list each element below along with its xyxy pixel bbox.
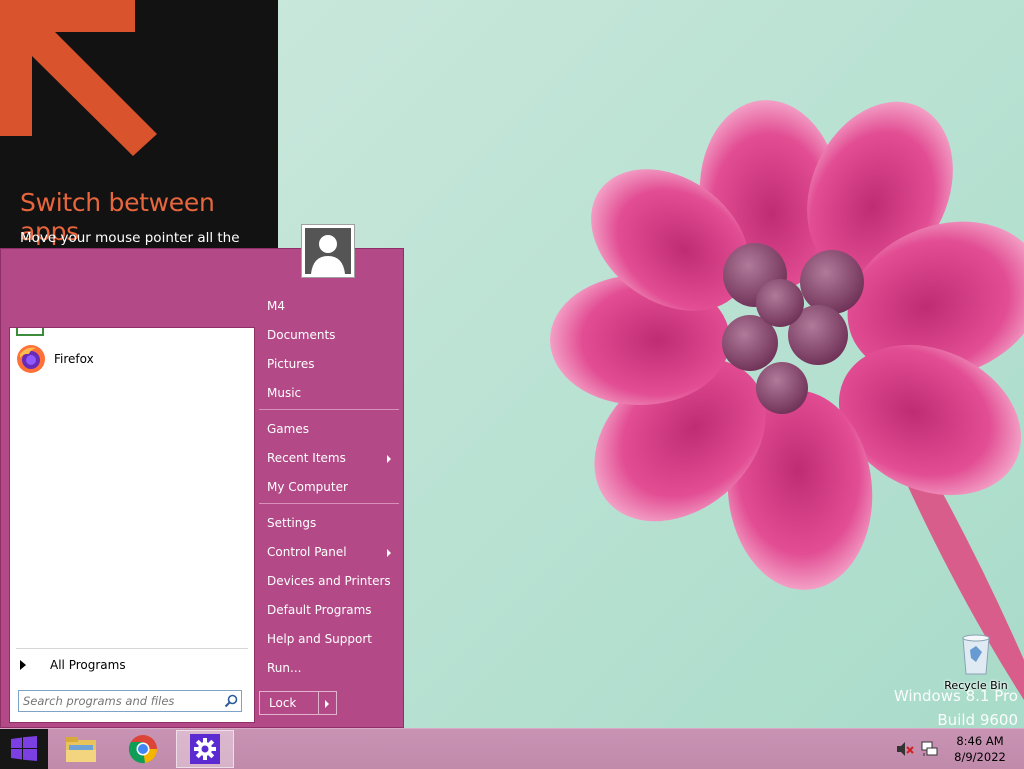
right-item-label: Run...: [267, 661, 302, 675]
right-item-control-panel[interactable]: Control Panel: [259, 539, 399, 565]
program-label: Firefox: [54, 352, 94, 366]
right-item-label: Settings: [267, 516, 317, 530]
programs-pane: Firefox All Programs: [9, 327, 255, 723]
avatar[interactable]: [301, 224, 355, 278]
start-menu: Firefox All Programs M4 Documents Pictur…: [0, 248, 404, 728]
right-item-label: Documents: [267, 328, 336, 342]
all-programs-label: All Programs: [50, 658, 126, 672]
right-item-my-computer[interactable]: My Computer: [259, 474, 399, 500]
watermark-edition: Windows 8.1 Pro: [893, 687, 1018, 705]
search-box[interactable]: [18, 690, 242, 712]
program-item-firefox[interactable]: Firefox: [16, 344, 94, 374]
user-icon: [311, 235, 345, 274]
user-folder-item[interactable]: M4: [259, 293, 399, 319]
corner-arrow-icon: [0, 0, 157, 156]
right-item-label: Pictures: [267, 357, 315, 371]
divider: [16, 648, 248, 649]
power-options-arrow[interactable]: [318, 692, 336, 714]
taskbar-file-explorer[interactable]: [52, 730, 110, 768]
os-watermark: Windows 8.1 Pro Build 9600: [894, 684, 1018, 732]
windows-logo-icon: [11, 736, 37, 761]
right-item-label: Games: [267, 422, 309, 436]
right-item-label: Help and Support: [267, 632, 372, 646]
firefox-icon: [17, 345, 45, 373]
divider: [259, 409, 399, 410]
right-item-settings[interactable]: Settings: [259, 510, 399, 536]
lock-button[interactable]: Lock: [260, 692, 318, 714]
right-item-pictures[interactable]: Pictures: [259, 351, 399, 377]
clock-date: 8/9/2022: [954, 750, 1006, 764]
right-item-label: Recent Items: [267, 451, 346, 465]
triangle-right-icon: [20, 660, 26, 670]
right-item-documents[interactable]: Documents: [259, 322, 399, 348]
all-programs-button[interactable]: All Programs: [20, 654, 126, 676]
folder-icon: [66, 737, 96, 762]
taskbar-chrome[interactable]: [114, 730, 172, 768]
gear-icon: [190, 734, 220, 764]
submenu-arrow-icon: [387, 549, 391, 557]
recycle-bin-icon: [962, 634, 990, 675]
right-item-help-support[interactable]: Help and Support: [259, 626, 399, 652]
right-item-label: Music: [267, 386, 302, 400]
right-item-label: Control Panel: [267, 545, 347, 559]
right-item-label: Default Programs: [267, 603, 372, 617]
volume-muted-icon[interactable]: [896, 741, 914, 757]
taskbar-clock[interactable]: 8:46 AM 8/9/2022: [952, 733, 1008, 765]
right-item-music[interactable]: Music: [259, 380, 399, 406]
submenu-arrow-icon: [387, 455, 391, 463]
pinned-item-partial[interactable]: [16, 328, 44, 336]
taskbar-settings[interactable]: [176, 730, 234, 768]
lock-button-group: Lock: [259, 691, 337, 715]
right-item-devices-printers[interactable]: Devices and Printers: [259, 568, 399, 594]
network-icon[interactable]: [920, 741, 938, 757]
right-item-games[interactable]: Games: [259, 416, 399, 442]
user-name: M4: [267, 299, 285, 313]
clock-time: 8:46 AM: [956, 734, 1004, 748]
start-button[interactable]: [0, 729, 48, 769]
right-item-recent-items[interactable]: Recent Items: [259, 445, 399, 471]
right-item-default-programs[interactable]: Default Programs: [259, 597, 399, 623]
system-tray: [896, 729, 938, 769]
taskbar: 8:46 AM 8/9/2022: [0, 728, 1024, 769]
right-item-label: Devices and Printers: [267, 574, 391, 588]
right-item-label: My Computer: [267, 480, 348, 494]
recycle-bin-shortcut[interactable]: Recycle Bin: [942, 632, 1010, 692]
divider: [259, 503, 399, 504]
search-icon[interactable]: [221, 691, 241, 711]
right-item-run[interactable]: Run...: [259, 655, 399, 681]
search-input[interactable]: [19, 693, 221, 709]
chrome-icon: [128, 735, 158, 764]
